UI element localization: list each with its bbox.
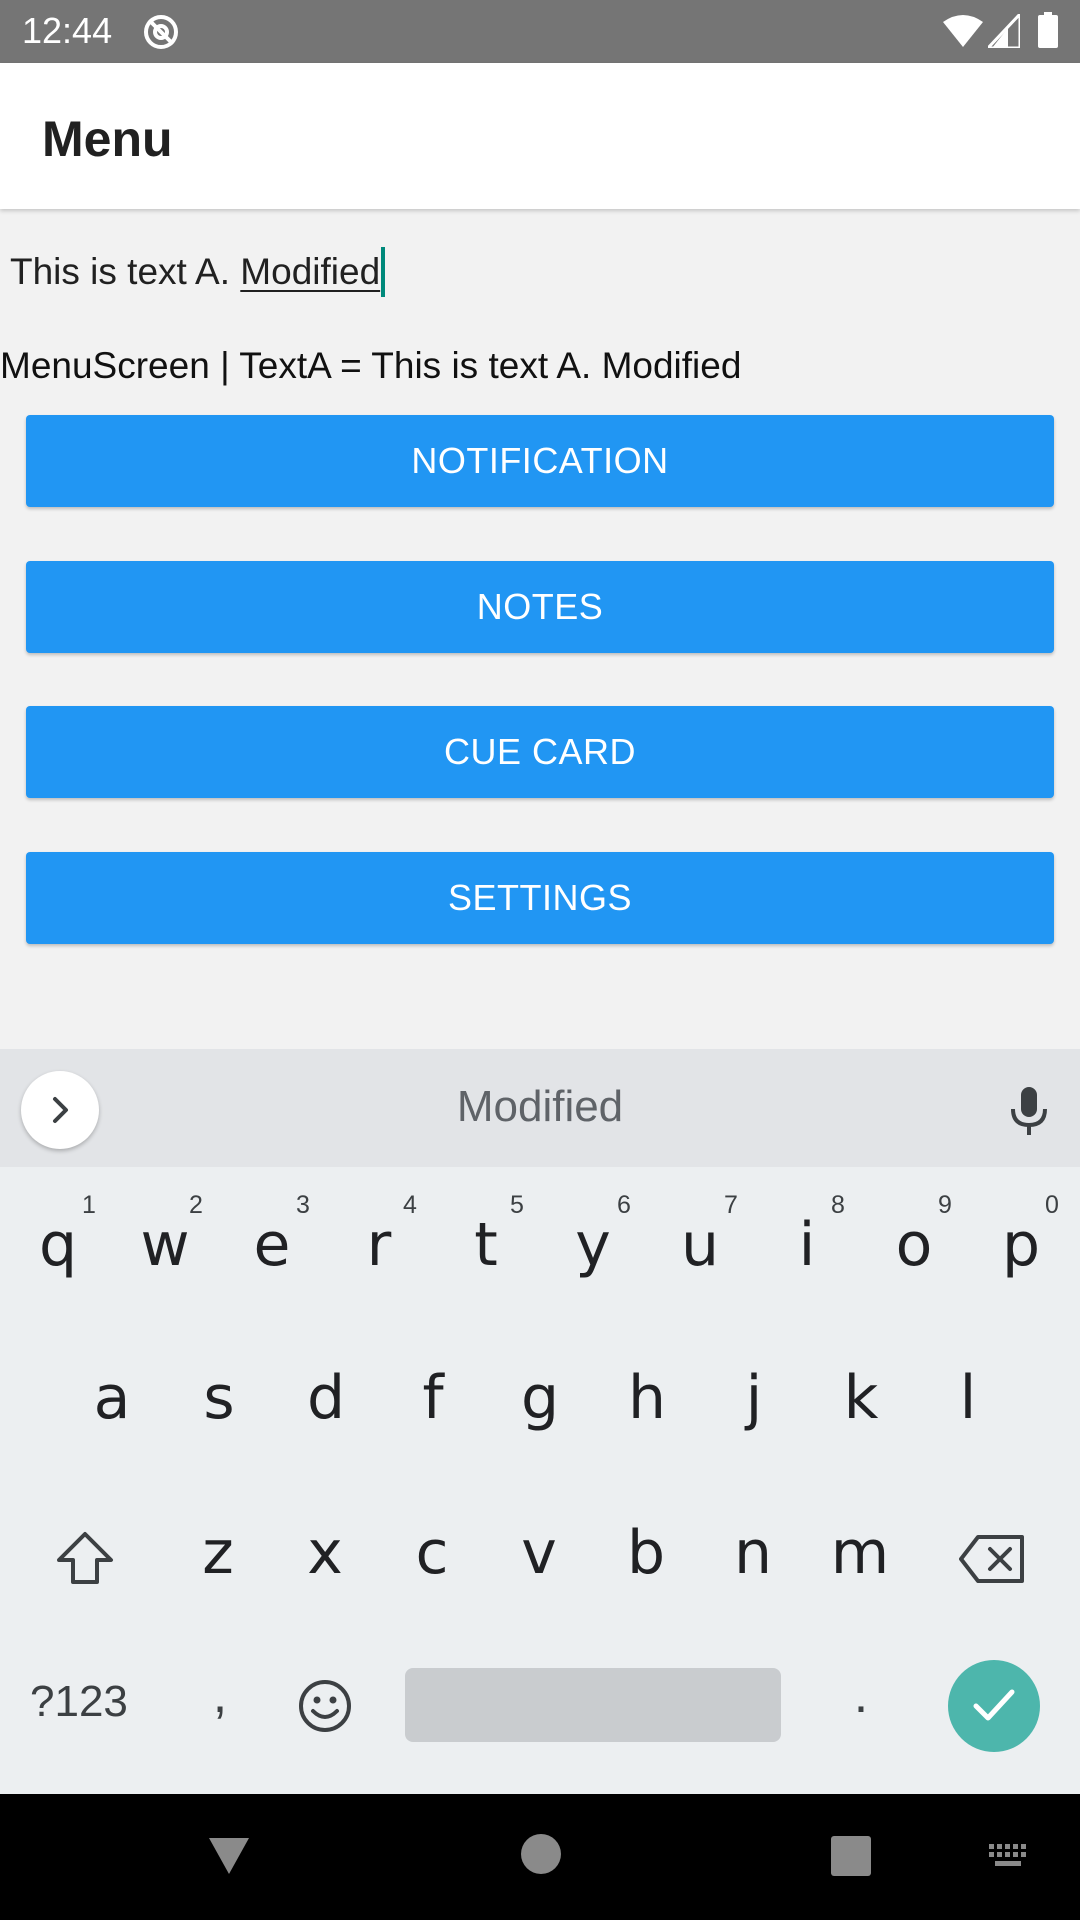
notes-button[interactable]: NOTES (26, 561, 1054, 653)
key-a[interactable]: a (67, 1358, 157, 1438)
backspace-icon (959, 1535, 1024, 1583)
key-d[interactable]: d (281, 1358, 371, 1438)
cue-card-button[interactable]: CUE CARD (26, 706, 1054, 798)
keyboard-switch-icon[interactable] (987, 1842, 1031, 1870)
sync-off-icon (144, 15, 178, 49)
key-b[interactable]: b (601, 1513, 691, 1593)
key-hint-6: 7 (724, 1191, 738, 1219)
suggestion-word[interactable]: Modified (0, 1079, 1080, 1135)
text-cursor (381, 247, 386, 297)
backspace-key[interactable] (958, 1533, 1026, 1585)
key-hint-4: 5 (510, 1191, 524, 1219)
key-hint-0: 1 (82, 1191, 96, 1219)
key-hint-3: 4 (403, 1191, 417, 1219)
key-hint-9: 0 (1045, 1191, 1059, 1219)
key-x[interactable]: x (280, 1513, 370, 1593)
signal-icon (988, 14, 1020, 48)
key-z[interactable]: z (173, 1513, 263, 1593)
key-m[interactable]: m (815, 1513, 905, 1593)
period-key[interactable]: . (841, 1660, 881, 1730)
key-j[interactable]: j (709, 1358, 799, 1438)
enter-key[interactable] (948, 1660, 1040, 1752)
notification-button[interactable]: NOTIFICATION (26, 415, 1054, 507)
microphone-icon[interactable] (1008, 1085, 1050, 1137)
checkmark-icon (973, 1689, 1015, 1721)
emoji-key[interactable] (297, 1678, 353, 1734)
key-hint-2: 3 (296, 1191, 310, 1219)
key-hint-5: 6 (617, 1191, 631, 1219)
key-n[interactable]: n (708, 1513, 798, 1593)
navigation-bar (0, 1794, 1080, 1920)
status-bar: 12:44 (0, 0, 1080, 63)
settings-button[interactable]: SETTINGS (26, 852, 1054, 944)
page-title: Menu (42, 111, 173, 167)
key-h[interactable]: h (602, 1358, 692, 1438)
composing-word: Modified (240, 251, 381, 292)
status-time: 12:44 (22, 10, 113, 51)
battery-icon (1038, 12, 1058, 48)
key-l[interactable]: l (923, 1358, 1013, 1438)
key-s[interactable]: s (174, 1358, 264, 1438)
wifi-icon (943, 15, 983, 47)
space-key[interactable] (405, 1668, 781, 1742)
key-g[interactable]: g (495, 1358, 585, 1438)
key-f[interactable]: f (388, 1358, 478, 1438)
key-hint-8: 9 (938, 1191, 952, 1219)
text-a-input[interactable]: This is text A. Modified (10, 247, 386, 297)
menu-status-text: MenuScreen | TextA = This is text A. Mod… (0, 345, 742, 386)
emoji-icon (299, 1680, 351, 1732)
key-k[interactable]: k (816, 1358, 906, 1438)
symbols-key[interactable]: ?123 (30, 1674, 128, 1730)
shift-icon (57, 1532, 113, 1584)
key-c[interactable]: c (387, 1513, 477, 1593)
shift-key[interactable] (55, 1530, 115, 1586)
home-icon[interactable] (521, 1834, 561, 1874)
key-hint-7: 8 (831, 1191, 845, 1219)
suggestion-strip: Modified (0, 1049, 1080, 1167)
text-input-value: This is text A. (10, 251, 241, 292)
key-v[interactable]: v (494, 1513, 584, 1593)
comma-key[interactable]: , (200, 1660, 240, 1730)
recents-icon[interactable] (831, 1836, 871, 1876)
back-icon[interactable] (207, 1834, 251, 1878)
key-hint-1: 2 (189, 1191, 203, 1219)
app-bar: Menu (0, 63, 1080, 209)
